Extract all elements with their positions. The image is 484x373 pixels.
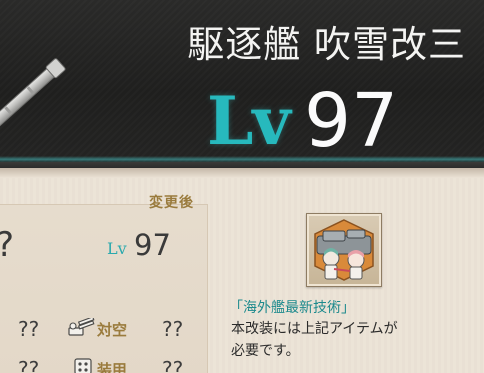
unknown-ship-name: ? [0, 228, 14, 262]
required-item-frame[interactable] [306, 213, 382, 287]
stat-armor-label: 装甲 [97, 361, 128, 373]
requirement-description-line1: 本改装には上記アイテムが [231, 321, 398, 337]
required-item-name: 「海外艦最新技術」 [229, 300, 355, 316]
level-value: 97 [304, 78, 399, 164]
after-remodel-card [0, 204, 208, 373]
cannon-barrel-icon [0, 58, 66, 132]
stat-antiair-label: 対空 [97, 321, 128, 339]
ship-title: 駆逐艦 吹雪改三 [187, 23, 466, 66]
level-prefix: Lv [207, 82, 291, 160]
requirement-description-line2: 必要です。 [231, 343, 300, 359]
ship-header-banner: 駆逐艦 吹雪改三 Lv 97 [0, 0, 484, 168]
foreign-ship-tech-blueprint-icon [314, 219, 374, 281]
stat-armor-after: ?? [162, 357, 184, 373]
anti-air-gun-icon [68, 318, 95, 336]
card-level-prefix: Lv [107, 239, 127, 258]
armor-icon [74, 358, 92, 373]
card-level-value: 97 [134, 228, 171, 262]
stat-antiair-after: ?? [162, 317, 184, 341]
after-remodel-label: 変更後 [149, 195, 194, 211]
remodel-screen: 駆逐艦 吹雪改三 Lv 97 変更後 ? Lv 97 ?? 対空 ?? ?? 装… [0, 0, 484, 373]
banner-shadow [0, 168, 484, 178]
stat-antiair-before: ?? [18, 317, 40, 341]
stat-armor-before: ?? [18, 357, 40, 373]
